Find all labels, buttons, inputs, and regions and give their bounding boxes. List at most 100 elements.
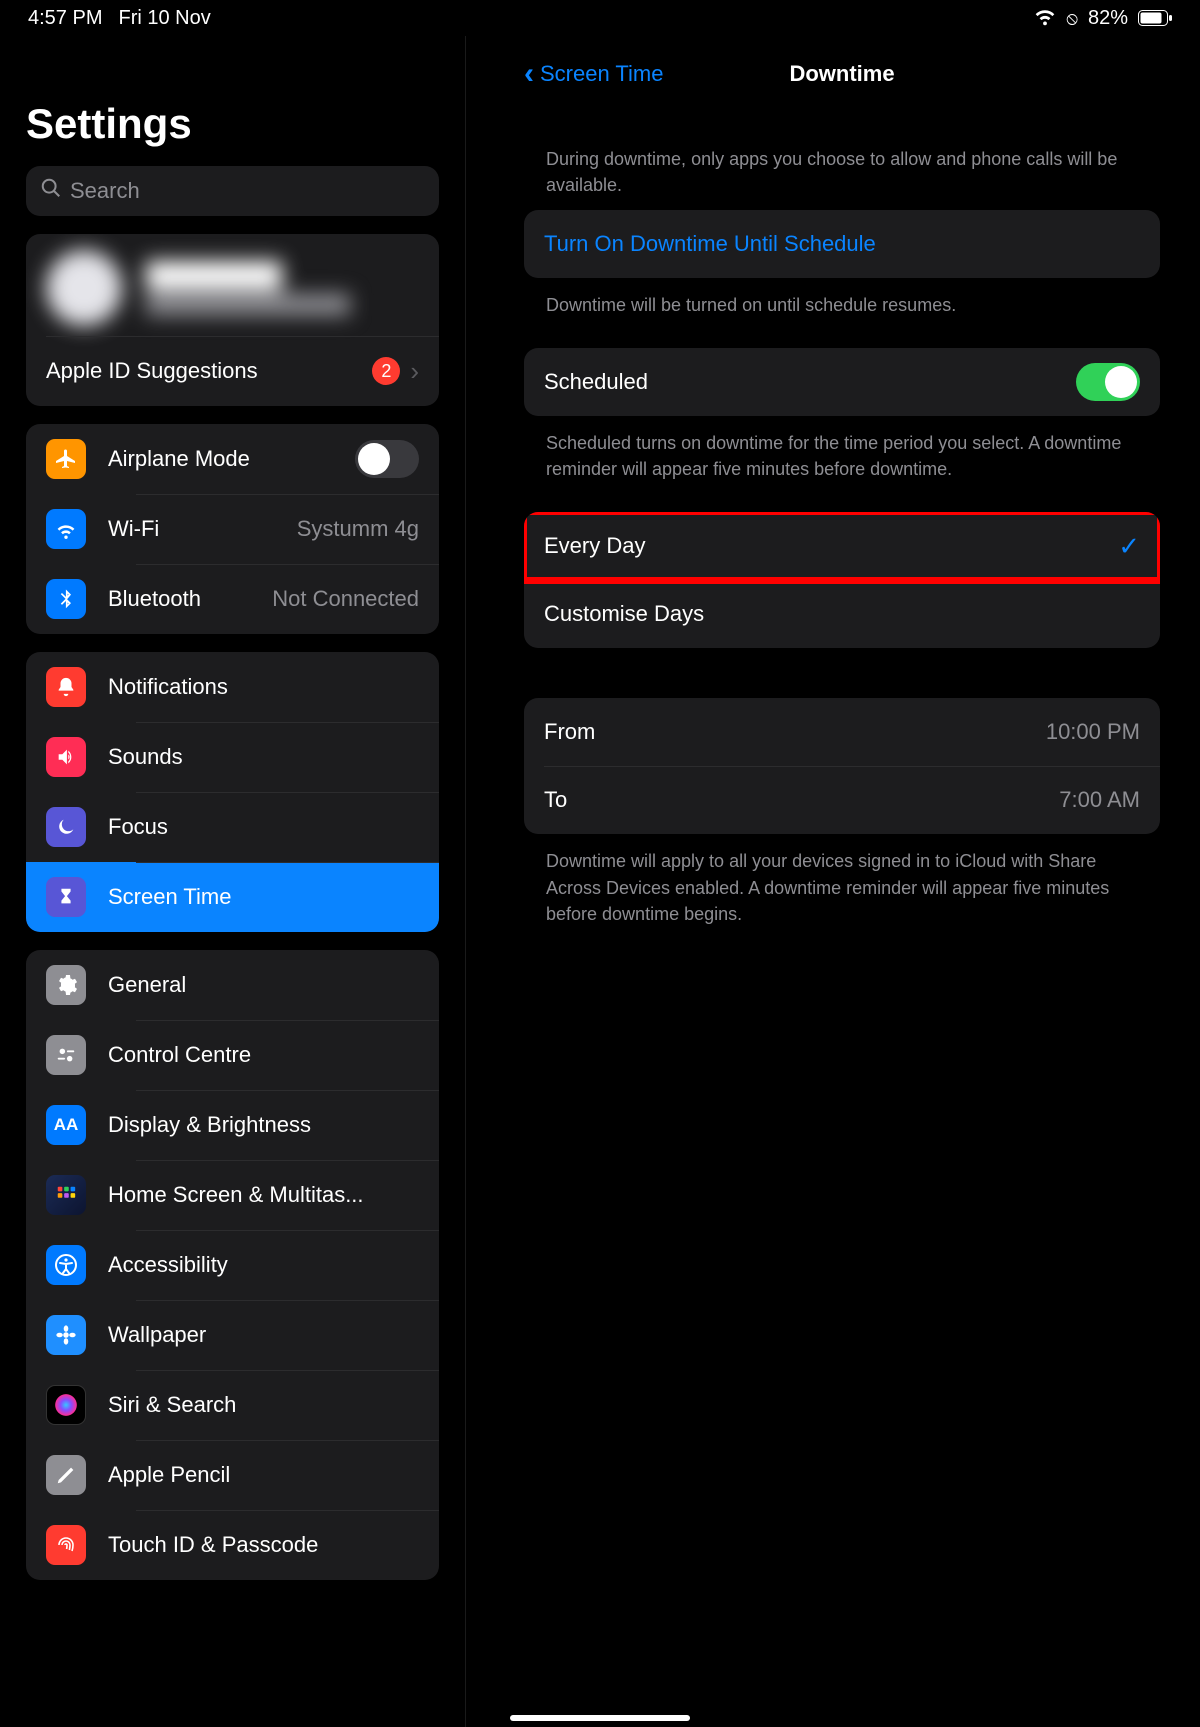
airplane-icon	[46, 439, 86, 479]
row-label: General	[108, 972, 419, 998]
row-label: Sounds	[108, 744, 419, 770]
scheduled-footer: Scheduled turns on downtime for the time…	[524, 420, 1160, 482]
speaker-icon	[46, 737, 86, 777]
to-value: 7:00 AM	[1059, 787, 1140, 813]
sidebar-item-screen-time[interactable]: Screen Time	[26, 862, 439, 932]
row-detail: Systumm 4g	[297, 516, 419, 542]
search-input[interactable]: Search	[26, 166, 439, 216]
status-bar: 4:57 PM Fri 10 Nov ⦸ 82%	[0, 0, 1200, 36]
row-label: Accessibility	[108, 1252, 419, 1278]
row-label: Bluetooth	[108, 586, 272, 612]
row-label: Apple Pencil	[108, 1462, 419, 1488]
from-value: 10:00 PM	[1046, 719, 1140, 745]
nav-header: ‹ Screen Time Downtime	[524, 54, 1160, 94]
scheduled-label: Scheduled	[544, 369, 1076, 395]
every-day-label: Every Day	[544, 533, 1118, 559]
row-label: Home Screen & Multitas...	[108, 1182, 419, 1208]
aa-icon: AA	[46, 1105, 86, 1145]
customise-days-row[interactable]: Customise Days	[524, 580, 1160, 648]
settings-sidebar: Settings Search ████████ ███████████████…	[0, 36, 466, 1727]
sidebar-item-touch-id[interactable]: Touch ID & Passcode	[26, 1510, 439, 1580]
row-label: Airplane Mode	[108, 446, 355, 472]
battery-pct: 82%	[1088, 7, 1128, 30]
sidebar-item-sounds[interactable]: Sounds	[26, 722, 439, 792]
chevron-left-icon: ‹	[524, 57, 534, 91]
search-placeholder: Search	[70, 178, 140, 204]
status-date: Fri 10 Nov	[118, 7, 210, 30]
fingerprint-icon	[46, 1525, 86, 1565]
intro-text: During downtime, only apps you choose to…	[524, 146, 1160, 210]
sidebar-item-display[interactable]: AA Display & Brightness	[26, 1090, 439, 1160]
suggestions-badge: 2	[372, 357, 400, 385]
airplane-toggle[interactable]	[355, 440, 419, 478]
sidebar-item-notifications[interactable]: Notifications	[26, 652, 439, 722]
apple-id-group: ████████ ████████████████ Apple ID Sugge…	[26, 234, 439, 406]
sliders-icon	[46, 1035, 86, 1075]
sidebar-item-siri[interactable]: Siri & Search	[26, 1370, 439, 1440]
turn-on-downtime-row[interactable]: Turn On Downtime Until Schedule	[524, 210, 1160, 278]
wifi-icon	[1034, 10, 1056, 26]
sidebar-item-apple-pencil[interactable]: Apple Pencil	[26, 1440, 439, 1510]
general-group: General Control Centre AA Display & Brig…	[26, 950, 439, 1580]
avatar	[46, 250, 122, 326]
turn-on-label: Turn On Downtime Until Schedule	[544, 231, 1140, 257]
back-button[interactable]: ‹ Screen Time	[524, 57, 664, 91]
customise-label: Customise Days	[544, 601, 1140, 627]
to-row[interactable]: To 7:00 AM	[524, 766, 1160, 834]
apple-id-row[interactable]: ████████ ████████████████	[26, 234, 439, 336]
row-detail: Not Connected	[272, 586, 419, 612]
apple-id-suggestions-row[interactable]: Apple ID Suggestions 2 ›	[26, 336, 439, 406]
row-label: Siri & Search	[108, 1392, 419, 1418]
connectivity-group: Airplane Mode Wi-Fi Systumm 4g Bluetooth…	[26, 424, 439, 634]
sidebar-item-home-screen[interactable]: Home Screen & Multitas...	[26, 1160, 439, 1230]
scheduled-row[interactable]: Scheduled	[524, 348, 1160, 416]
rotation-lock-icon: ⦸	[1066, 8, 1078, 29]
status-time: 4:57 PM	[28, 7, 102, 30]
hourglass-icon	[46, 877, 86, 917]
chevron-right-icon: ›	[410, 356, 419, 387]
battery-icon	[1138, 10, 1172, 26]
flower-icon	[46, 1315, 86, 1355]
sidebar-item-general[interactable]: General	[26, 950, 439, 1020]
row-label: Wallpaper	[108, 1322, 419, 1348]
notifications-group: Notifications Sounds Focus Screen Time	[26, 652, 439, 932]
row-label: Focus	[108, 814, 419, 840]
row-label: Notifications	[108, 674, 419, 700]
siri-icon	[46, 1385, 86, 1425]
from-label: From	[544, 719, 1046, 745]
sidebar-item-airplane[interactable]: Airplane Mode	[26, 424, 439, 494]
bluetooth-icon	[46, 579, 86, 619]
home-indicator	[510, 1715, 690, 1721]
turn-on-footer: Downtime will be turned on until schedul…	[524, 282, 1160, 318]
check-icon: ✓	[1118, 531, 1140, 562]
search-icon	[40, 177, 62, 205]
sidebar-item-bluetooth[interactable]: Bluetooth Not Connected	[26, 564, 439, 634]
wifi-icon	[46, 509, 86, 549]
row-label: Control Centre	[108, 1042, 419, 1068]
bell-icon	[46, 667, 86, 707]
back-label: Screen Time	[540, 61, 664, 87]
from-row[interactable]: From 10:00 PM	[524, 698, 1160, 766]
apple-id-suggestions-label: Apple ID Suggestions	[46, 358, 372, 384]
apple-id-sub: ████████████████	[146, 294, 350, 315]
sidebar-item-accessibility[interactable]: Accessibility	[26, 1230, 439, 1300]
sidebar-item-control-centre[interactable]: Control Centre	[26, 1020, 439, 1090]
detail-pane: ‹ Screen Time Downtime During downtime, …	[466, 36, 1200, 1727]
person-icon	[46, 1245, 86, 1285]
gear-icon	[46, 965, 86, 1005]
grid-icon	[46, 1175, 86, 1215]
sidebar-item-wifi[interactable]: Wi-Fi Systumm 4g	[26, 494, 439, 564]
row-label: Screen Time	[108, 884, 419, 910]
sidebar-item-focus[interactable]: Focus	[26, 792, 439, 862]
bottom-footer: Downtime will apply to all your devices …	[524, 838, 1160, 926]
row-label: Touch ID & Passcode	[108, 1532, 419, 1558]
to-label: To	[544, 787, 1059, 813]
pencil-icon	[46, 1455, 86, 1495]
apple-id-name: ████████	[146, 262, 350, 290]
sidebar-item-wallpaper[interactable]: Wallpaper	[26, 1300, 439, 1370]
row-label: Display & Brightness	[108, 1112, 419, 1138]
every-day-row[interactable]: Every Day ✓	[524, 512, 1160, 580]
page-title: Settings	[26, 100, 439, 148]
scheduled-toggle[interactable]	[1076, 363, 1140, 401]
moon-icon	[46, 807, 86, 847]
